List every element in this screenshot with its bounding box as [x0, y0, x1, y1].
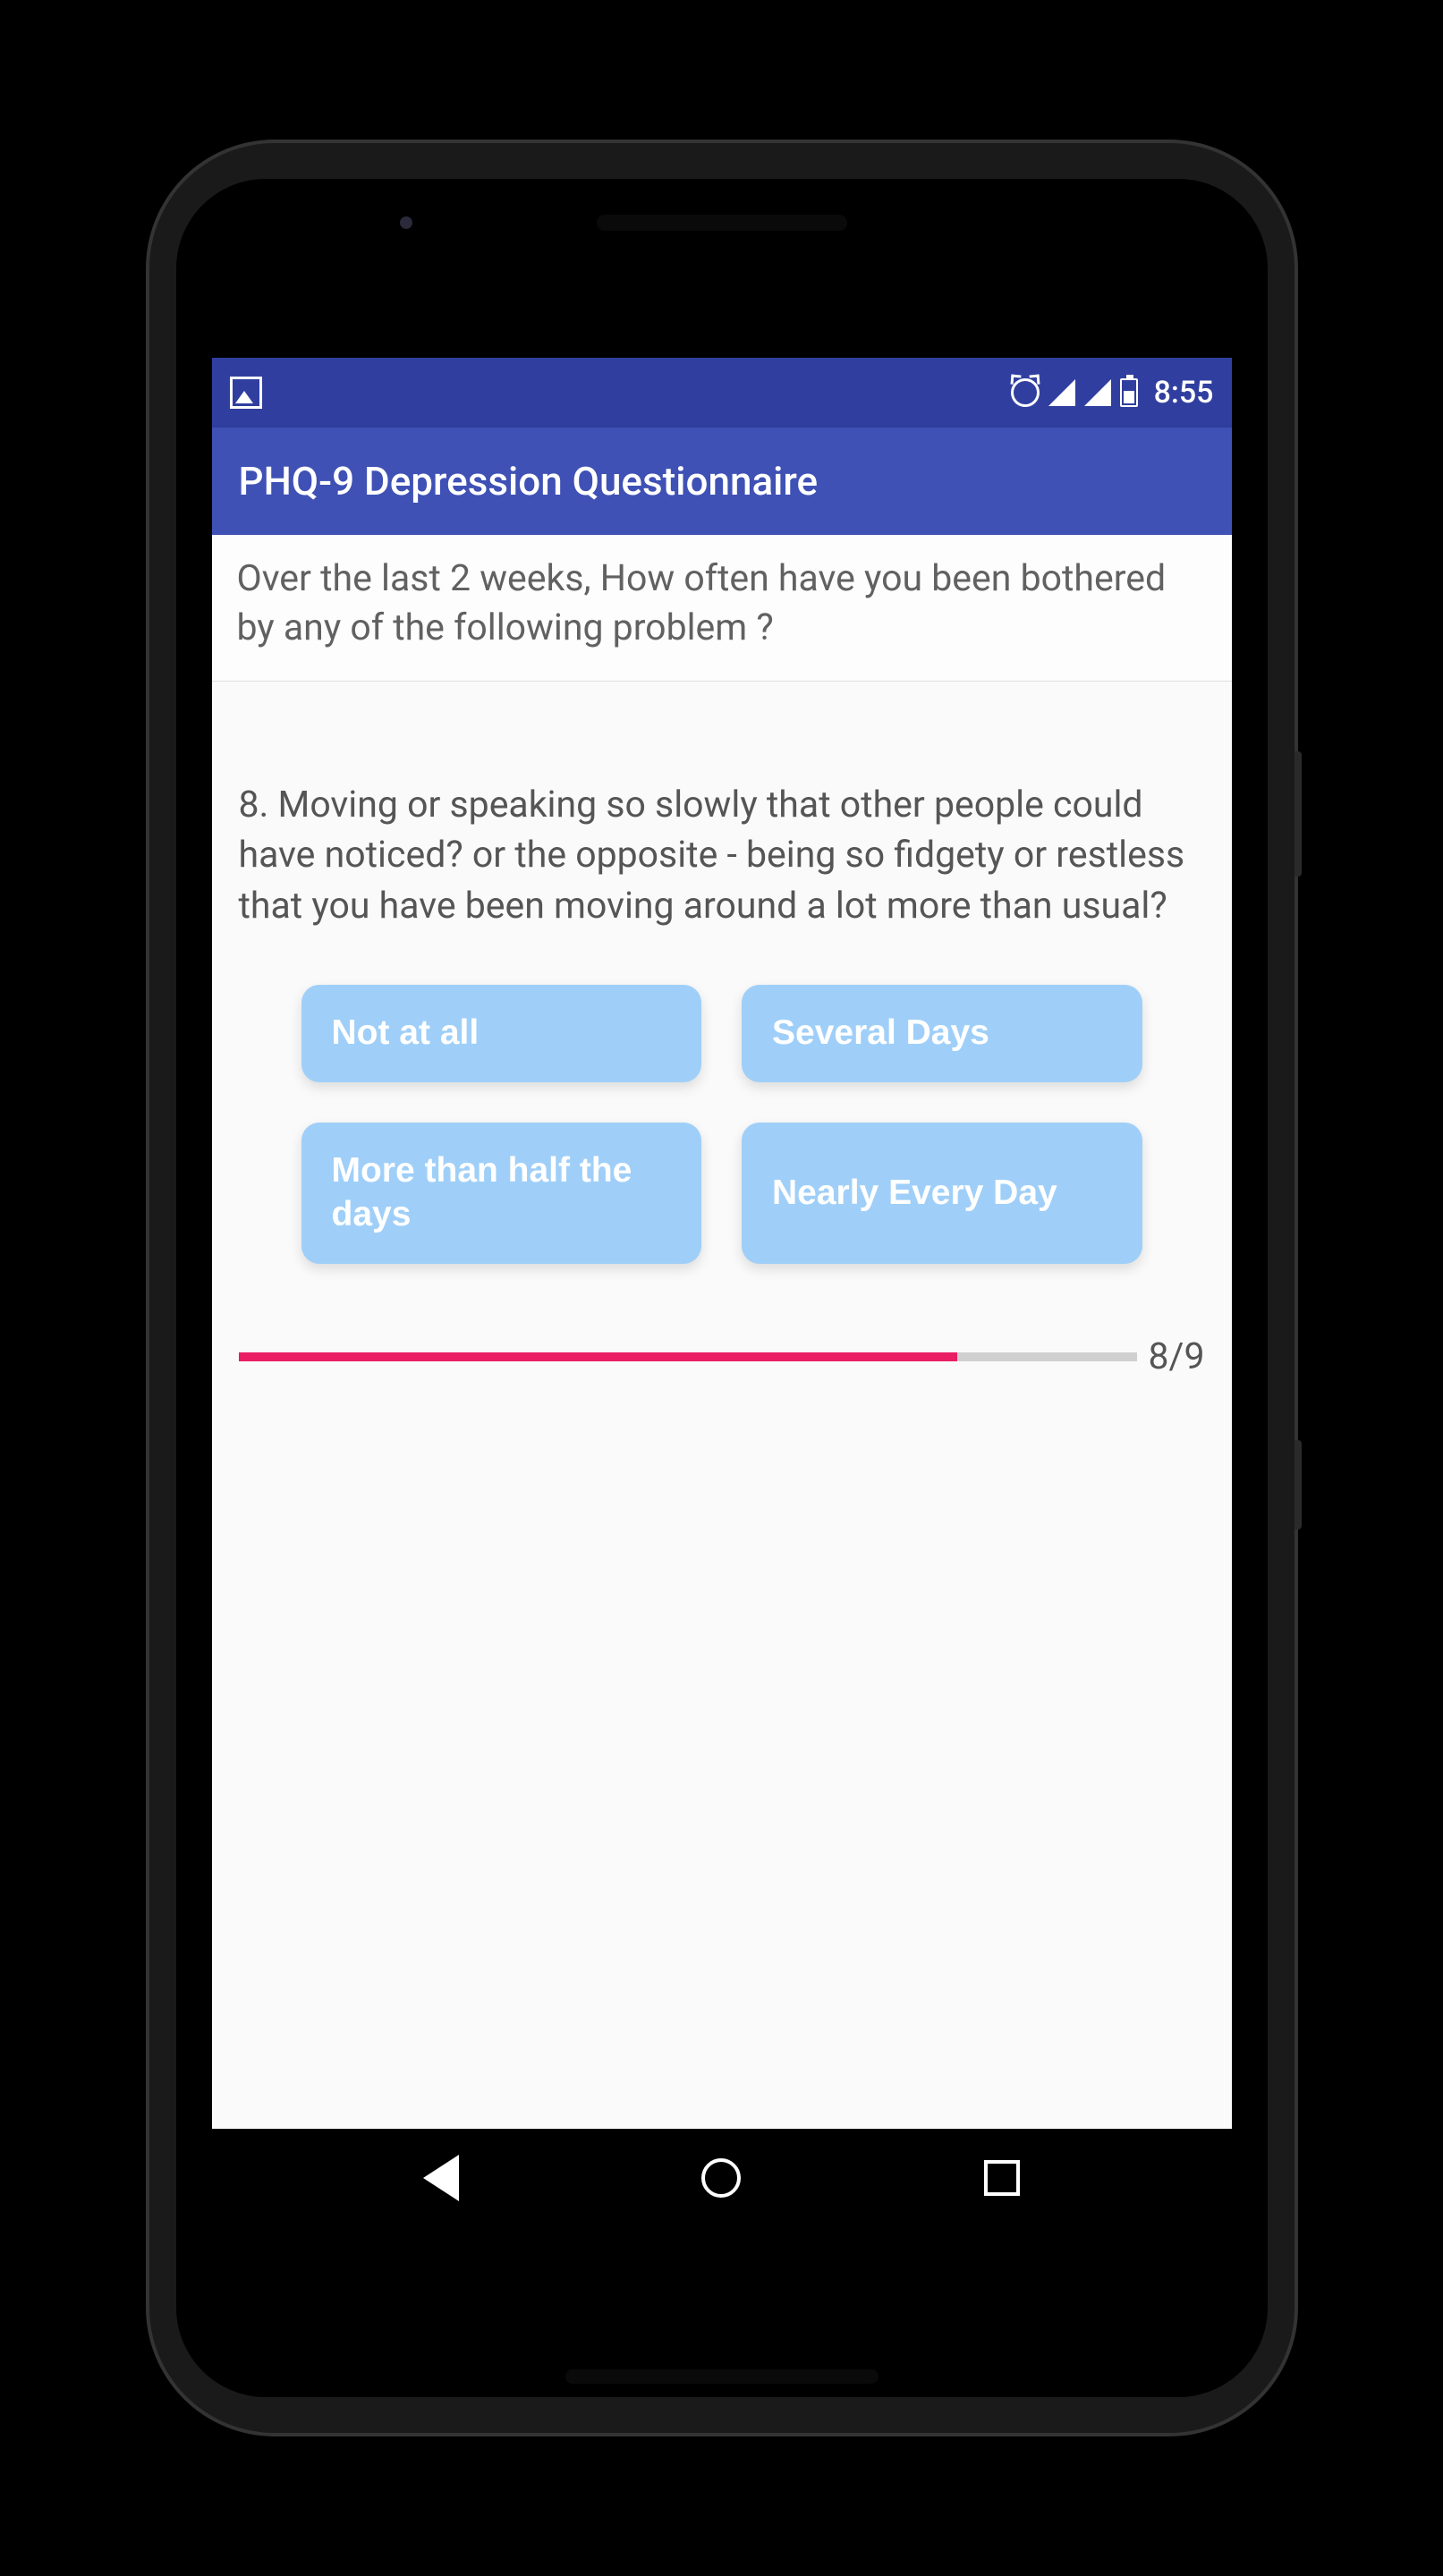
progress-track [239, 1352, 1138, 1361]
answer-nearly-every-day[interactable]: Nearly Every Day [742, 1123, 1142, 1264]
intro-text: Over the last 2 weeks, How often have yo… [237, 555, 1207, 654]
answer-more-than-half[interactable]: More than half the days [301, 1123, 702, 1264]
phone-earpiece [597, 215, 847, 231]
phone-camera [400, 216, 412, 229]
phone-side-button [1294, 751, 1302, 877]
battery-icon [1120, 378, 1138, 407]
status-left [230, 377, 262, 409]
progress-label: 8/9 [1148, 1335, 1204, 1378]
answer-several-days[interactable]: Several Days [742, 985, 1142, 1082]
status-time: 8:55 [1154, 375, 1214, 411]
alarm-icon [1011, 378, 1040, 407]
answer-not-at-all[interactable]: Not at all [301, 985, 702, 1082]
nav-recent-button[interactable] [976, 2152, 1028, 2204]
screen: 8:55 PHQ-9 Depression Questionnaire Over… [212, 358, 1232, 2227]
picture-icon [230, 377, 262, 409]
status-bar: 8:55 [212, 358, 1232, 428]
nav-home-button[interactable] [695, 2152, 747, 2204]
answers-grid: Not at all Several Days More than half t… [239, 985, 1205, 1263]
signal-icon [1048, 379, 1075, 406]
progress-row: 8/9 [239, 1335, 1205, 1378]
intro-block: Over the last 2 weeks, How often have yo… [212, 535, 1232, 682]
phone-frame: 8:55 PHQ-9 Depression Questionnaire Over… [149, 143, 1294, 2433]
signal-icon [1084, 379, 1111, 406]
app-title: PHQ-9 Depression Questionnaire [239, 458, 819, 504]
nav-back-button[interactable] [415, 2152, 467, 2204]
phone-inner: 8:55 PHQ-9 Depression Questionnaire Over… [176, 179, 1268, 2397]
recent-icon [984, 2160, 1020, 2196]
status-right: 8:55 [1011, 375, 1214, 411]
android-nav-bar [212, 2129, 1232, 2227]
app-bar: PHQ-9 Depression Questionnaire [212, 428, 1232, 535]
back-icon [423, 2155, 459, 2201]
home-icon [701, 2158, 741, 2198]
phone-speaker [565, 2369, 879, 2384]
phone-side-button [1294, 1440, 1302, 1530]
question-text: 8. Moving or speaking so slowly that oth… [239, 780, 1205, 932]
progress-fill [239, 1352, 958, 1361]
question-area: 8. Moving or speaking so slowly that oth… [212, 682, 1232, 2227]
